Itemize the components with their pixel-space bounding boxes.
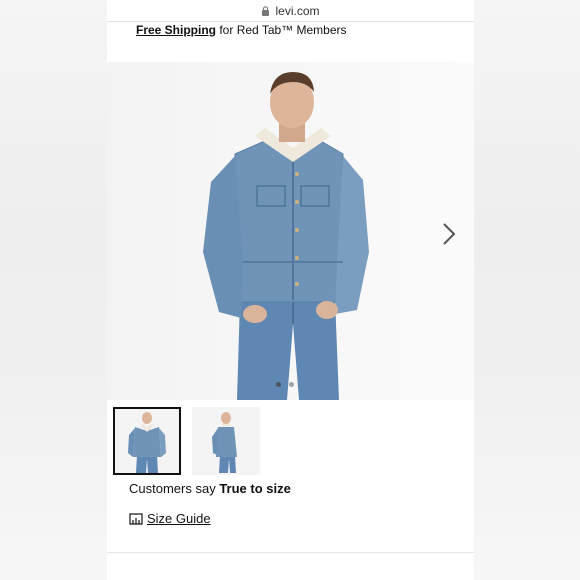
- product-photo-model-front: [203, 72, 369, 400]
- background-left: [0, 0, 107, 580]
- section-divider: [107, 552, 474, 553]
- thumbnail-side-image: [212, 412, 237, 473]
- lock-icon: [262, 5, 270, 16]
- thumbnail-strip: [113, 407, 260, 475]
- promo-bold[interactable]: Free Shipping: [136, 23, 216, 37]
- carousel-dot-2[interactable]: [289, 382, 294, 387]
- background-right: [474, 0, 580, 580]
- fit-rating: Customers say True to size: [129, 481, 291, 496]
- thumbnail-front[interactable]: [113, 407, 181, 475]
- thumbnail-front-image: [128, 412, 166, 473]
- url-text: levi.com: [275, 3, 320, 18]
- size-guide-label[interactable]: Size Guide: [147, 511, 211, 526]
- chevron-right-icon[interactable]: [440, 221, 458, 247]
- carousel-dots: [276, 382, 294, 387]
- ruler-icon: [129, 512, 143, 525]
- thumbnail-side[interactable]: [192, 407, 260, 475]
- fit-value: True to size: [219, 481, 291, 496]
- phone-screen: levi.com Free Shipping for Red Tab™ Memb…: [107, 0, 474, 580]
- address-bar[interactable]: levi.com: [107, 0, 474, 22]
- promo-text: for Red Tab™ Members: [216, 23, 347, 37]
- carousel-dot-1[interactable]: [276, 382, 281, 387]
- product-image-carousel[interactable]: [107, 62, 474, 400]
- fit-prefix: Customers say: [129, 481, 220, 496]
- size-guide-link[interactable]: Size Guide: [129, 511, 211, 526]
- promo-banner[interactable]: Free Shipping for Red Tab™ Members: [136, 23, 347, 37]
